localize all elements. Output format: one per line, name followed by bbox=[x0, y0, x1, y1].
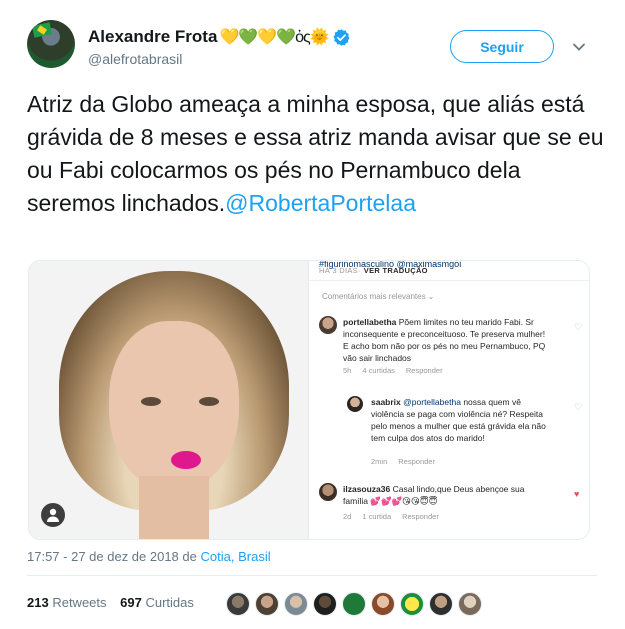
liker-avatar[interactable] bbox=[458, 592, 482, 616]
media-photo-portrait[interactable] bbox=[29, 261, 308, 539]
ig-comment-avatar bbox=[319, 316, 337, 334]
tagged-user-icon[interactable] bbox=[41, 503, 65, 527]
liker-avatar[interactable] bbox=[255, 592, 279, 616]
verified-badge-icon bbox=[333, 28, 350, 46]
stats-divider bbox=[27, 575, 597, 576]
author-name-row[interactable]: Alexandre Frota 💛💚💛💚ὀς🌞 bbox=[88, 27, 351, 47]
tweet-time[interactable]: 17:57 - 27 de dez de 2018 bbox=[27, 549, 179, 564]
liker-avatar[interactable] bbox=[226, 592, 250, 616]
likers-avatars bbox=[226, 592, 487, 616]
tweet-mention-link[interactable]: @RobertaPortelaa bbox=[225, 190, 416, 216]
ig-comment-body: ilzasouza36 Casal lindo,que Deus abençoe… bbox=[343, 484, 525, 506]
ig-comment-meta: 2d 1 curtida Responder bbox=[343, 512, 439, 521]
ig-comment-meta: 2min Responder bbox=[371, 457, 435, 466]
ig-comment-meta: 5h 4 curtidas Responder bbox=[343, 366, 443, 375]
liker-avatar[interactable] bbox=[371, 592, 395, 616]
ig-comment-body: saabrix @portellabetha nossa quem vê vio… bbox=[371, 397, 546, 443]
tweet-media[interactable]: #figurinomasculino @maximasmgoi HÁ 3 DIA… bbox=[28, 260, 590, 540]
liker-avatar[interactable] bbox=[342, 592, 366, 616]
ig-liked-heart-icon: ♥ bbox=[574, 489, 580, 499]
media-instagram-comments-screenshot[interactable]: #figurinomasculino @maximasmgoi HÁ 3 DIA… bbox=[308, 261, 589, 539]
retweets-stat[interactable]: 213 Retweets bbox=[27, 595, 107, 610]
follow-button[interactable]: Seguir bbox=[450, 30, 554, 63]
ig-like-heart-icon: ♡ bbox=[574, 322, 583, 332]
ig-like-heart-icon: ♡ bbox=[574, 402, 583, 412]
ig-comment-avatar bbox=[347, 396, 363, 412]
ig-comment-avatar bbox=[319, 483, 337, 501]
liker-avatar[interactable] bbox=[284, 592, 308, 616]
author-avatar[interactable] bbox=[27, 20, 75, 68]
likes-stat[interactable]: 697 Curtidas bbox=[120, 595, 194, 610]
chevron-down-icon[interactable] bbox=[572, 40, 586, 54]
tweet-text: Atriz da Globo ameaça a minha esposa, qu… bbox=[27, 88, 607, 220]
liker-avatar[interactable] bbox=[400, 592, 424, 616]
tweet-location-link[interactable]: Cotia, Brasil bbox=[201, 549, 271, 564]
author-name-emojis: 💛💚💛💚ὀς🌞 bbox=[219, 29, 329, 46]
ig-sort-label: Comentários mais relevantes ⌄ bbox=[322, 292, 435, 301]
liker-avatar[interactable] bbox=[429, 592, 453, 616]
ig-comment-body: portellabetha Põem limites no teu marido… bbox=[343, 317, 546, 363]
author-handle[interactable]: @alefrotabrasil bbox=[88, 51, 182, 67]
author-display-name[interactable]: Alexandre Frota bbox=[88, 27, 217, 47]
tweet-stats: 213 Retweets 697 Curtidas bbox=[27, 595, 194, 610]
tweet-timestamp: 17:57 - 27 de dez de 2018 de Cotia, Bras… bbox=[27, 549, 271, 564]
liker-avatar[interactable] bbox=[313, 592, 337, 616]
ig-post-time: HÁ 3 DIAS· VER TRADUÇÃO bbox=[319, 266, 428, 275]
